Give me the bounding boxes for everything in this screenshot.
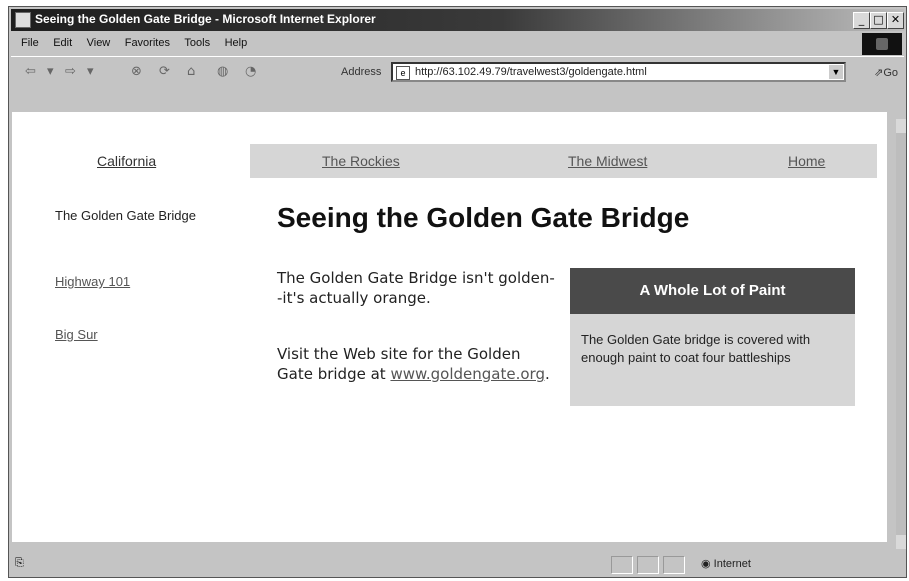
- menu-favorites[interactable]: Favorites: [125, 37, 170, 49]
- site-nav: California The Rockies The Midwest Home: [32, 144, 877, 178]
- search-icon[interactable]: ◍: [217, 64, 228, 79]
- menu-file[interactable]: File: [21, 37, 39, 49]
- status-panel: [663, 556, 685, 574]
- page-content: California The Rockies The Midwest Home …: [12, 112, 887, 542]
- history-icon[interactable]: ◔: [245, 64, 256, 79]
- menu-help[interactable]: Help: [225, 37, 248, 49]
- fact-box-text: The Golden Gate bridge is covered with e…: [581, 332, 811, 365]
- menu-edit[interactable]: Edit: [53, 37, 72, 49]
- period: .: [544, 365, 550, 383]
- scroll-up-icon[interactable]: [896, 119, 906, 133]
- nav-link-midwest[interactable]: The Midwest: [568, 153, 647, 169]
- home-icon[interactable]: ⌂: [187, 64, 195, 79]
- address-dropdown-icon[interactable]: ▼: [829, 65, 843, 79]
- ie-app-icon: [15, 12, 31, 28]
- minimize-button[interactable]: _: [853, 12, 870, 29]
- title-bar: Seeing the Golden Gate Bridge - Microsof…: [11, 9, 904, 31]
- address-url[interactable]: http://63.102.49.79/travelwest3/goldenga…: [415, 66, 647, 78]
- go-button[interactable]: ⇗Go: [874, 66, 898, 79]
- go-label: Go: [883, 67, 898, 79]
- window-title: Seeing the Golden Gate Bridge - Microsof…: [35, 12, 376, 26]
- refresh-icon[interactable]: ⟳: [159, 64, 170, 79]
- scroll-down-icon[interactable]: [896, 535, 906, 549]
- page-status-icon: ⎘: [15, 557, 24, 569]
- body-paragraph: The Golden Gate Bridge isn't golden--it'…: [277, 269, 555, 307]
- nav-link-home[interactable]: Home: [788, 153, 825, 169]
- page-icon: e: [396, 66, 410, 80]
- status-bar: ⎘ ◉ Internet: [11, 553, 904, 575]
- goldengate-link[interactable]: www.goldengate.org: [390, 365, 545, 383]
- menu-view[interactable]: View: [87, 37, 111, 49]
- address-bar[interactable]: e http://63.102.49.79/travelwest3/golden…: [391, 62, 846, 82]
- paint-fact-box: A Whole Lot of Paint The Golden Gate bri…: [570, 268, 855, 406]
- address-label: Address: [341, 66, 382, 78]
- status-panel: [611, 556, 633, 574]
- back-dropdown-icon[interactable]: ▾: [47, 64, 54, 79]
- menu-bar: File Edit View Favorites Tools Help: [11, 33, 904, 55]
- sidebar-link-big-sur[interactable]: Big Sur: [55, 327, 98, 342]
- back-icon[interactable]: ⇦: [25, 64, 36, 79]
- sidebar-current: The Golden Gate Bridge: [55, 208, 196, 223]
- nav-current-tab: California: [32, 144, 250, 178]
- toolbar: ⇦ ▾ ⇨ ▾ ⊗ ⟳ ⌂ ◍ ◔ Address e http://63.10…: [11, 56, 904, 89]
- fact-box-title: A Whole Lot of Paint: [570, 268, 855, 314]
- stop-icon[interactable]: ⊗: [131, 64, 142, 79]
- menu-tools[interactable]: Tools: [184, 37, 210, 49]
- nav-link-rockies[interactable]: The Rockies: [322, 153, 400, 169]
- maximize-button[interactable]: □: [870, 12, 887, 29]
- body-paragraph-2: Visit the Web site for the Golden Gate b…: [277, 344, 557, 384]
- zone-label: Internet: [713, 558, 751, 570]
- forward-icon[interactable]: ⇨: [65, 64, 76, 79]
- sidebar-link-highway-101[interactable]: Highway 101: [55, 274, 130, 289]
- internet-zone: ◉ Internet: [701, 558, 751, 570]
- vertical-scrollbar[interactable]: [896, 119, 906, 549]
- status-panel: [637, 556, 659, 574]
- page-title: Seeing the Golden Gate Bridge: [277, 202, 690, 233]
- forward-dropdown-icon[interactable]: ▾: [87, 64, 94, 79]
- nav-link-california[interactable]: California: [97, 153, 156, 169]
- close-button[interactable]: ✕: [887, 12, 904, 29]
- windows-logo-icon: [862, 33, 902, 55]
